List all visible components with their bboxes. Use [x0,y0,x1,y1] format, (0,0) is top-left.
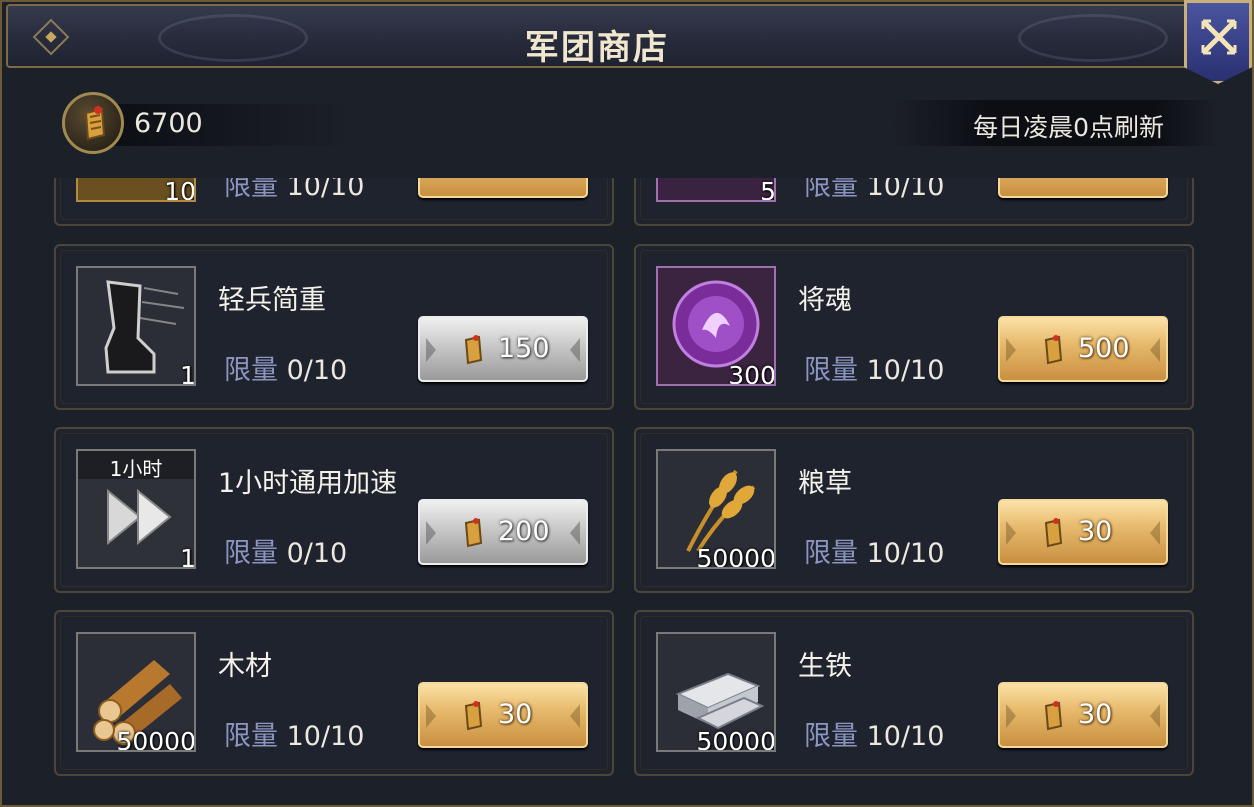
buy-button[interactable]: 500 [998,316,1168,382]
scroll-token-icon [1044,335,1063,365]
item-name: 将魂 [798,285,852,316]
scroll-token-icon [464,335,483,365]
refresh-note-text: 每日凌晨0点刷新 [973,113,1164,142]
limit-label: 限量 [804,721,858,752]
buy-button[interactable]: 200 [418,499,588,565]
limit-label: 限量 [804,178,858,202]
currency-display: 6700 [62,92,352,154]
item-name: 木材 [218,651,272,682]
item-quantity: 50000 [116,727,196,752]
scroll-token-icon [464,701,483,731]
item-limit: 限量 10/10 [224,714,364,753]
refresh-note: 每日凌晨0点刷新 [890,100,1220,146]
item-icon-frame: 1 [76,266,196,386]
limit-value: 10/10 [866,178,945,202]
buy-button[interactable]: 150 [418,316,588,382]
item-price: 150 [498,333,550,364]
item-limit: 限量 0/10 [224,348,347,387]
limit-value: 0/10 [286,355,348,386]
buy-button[interactable] [418,178,588,198]
item-price: 30 [1078,516,1113,547]
shop-item-card: 300 将魂 限量 10/10 500 [634,244,1194,410]
item-quantity: 10 [164,178,196,202]
buy-button[interactable]: 30 [998,499,1168,565]
limit-label: 限量 [224,721,278,752]
limit-label: 限量 [804,355,858,386]
limit-value: 0/10 [286,538,348,569]
item-quantity: 1 [180,361,196,386]
item-price: 30 [498,699,533,730]
close-icon [1201,19,1237,55]
scroll-token-icon [1044,701,1063,731]
item-name: 生铁 [798,651,852,682]
item-name: 粮草 [798,468,852,499]
limit-value: 10/10 [286,178,365,202]
scroll-token-icon [464,518,483,548]
limit-label: 限量 [224,538,278,569]
limit-value: 10/10 [866,355,945,386]
shop-item-card: 50000 粮草 限量 10/10 30 [634,427,1194,593]
buy-button[interactable]: 30 [998,682,1168,748]
duration-badge: 1小时 [78,451,194,481]
scroll-token-icon [1044,518,1063,548]
item-quantity: 300 [728,361,776,386]
currency-amount: 6700 [134,108,203,139]
item-price: 500 [1078,333,1130,364]
limit-value: 10/10 [866,721,945,752]
buy-button[interactable] [998,178,1168,198]
item-icon-frame: 50000 [656,449,776,569]
shop-item-card: 5 限量 10/10 [634,178,1194,226]
item-icon-frame: 300 [656,266,776,386]
shop-item-card: 50000 生铁 限量 10/10 30 [634,610,1194,776]
item-limit: 限量 10/10 [804,531,944,570]
item-icon-frame: 50000 [76,632,196,752]
limit-label: 限量 [224,178,278,202]
limit-value: 10/10 [286,721,365,752]
item-name: 轻兵简重 [218,285,326,316]
item-limit: 限量 10/10 [224,178,364,203]
page-title: 军团商店 [525,28,669,68]
item-limit: 限量 10/10 [804,178,944,203]
title-bar: 军团商店 [6,4,1188,68]
item-quantity: 1 [180,544,196,569]
shop-item-card: 50000 木材 限量 10/10 30 [54,610,614,776]
shop-item-card: 10 限量 10/10 [54,178,614,226]
item-price: 200 [498,516,550,547]
item-icon-frame: 10 [76,178,196,202]
buy-button[interactable]: 30 [418,682,588,748]
item-limit: 限量 10/10 [804,348,944,387]
item-quantity: 5 [760,178,776,202]
item-limit: 限量 0/10 [224,531,347,570]
limit-label: 限量 [804,538,858,569]
shop-item-card: 1 轻兵简重 限量 0/10 150 [54,244,614,410]
item-icon-frame: 5 [656,178,776,202]
item-price: 30 [1078,699,1113,730]
boot-icon [78,268,194,384]
close-button[interactable] [1184,0,1252,84]
scroll-token-icon [62,92,124,154]
item-quantity: 50000 [696,544,776,569]
item-limit: 限量 10/10 [804,714,944,753]
shop-item-card: 1小时 1 1小时通用加速 限量 0/10 200 [54,427,614,593]
item-quantity: 50000 [696,727,776,752]
item-grid[interactable]: 10 限量 10/10 5 限量 10/10 1 轻兵简重 限量 0/10 15… [40,178,1210,798]
limit-label: 限量 [224,355,278,386]
item-icon-frame: 50000 [656,632,776,752]
limit-value: 10/10 [866,538,945,569]
item-icon-frame: 1小时 1 [76,449,196,569]
item-name: 1小时通用加速 [218,468,398,499]
